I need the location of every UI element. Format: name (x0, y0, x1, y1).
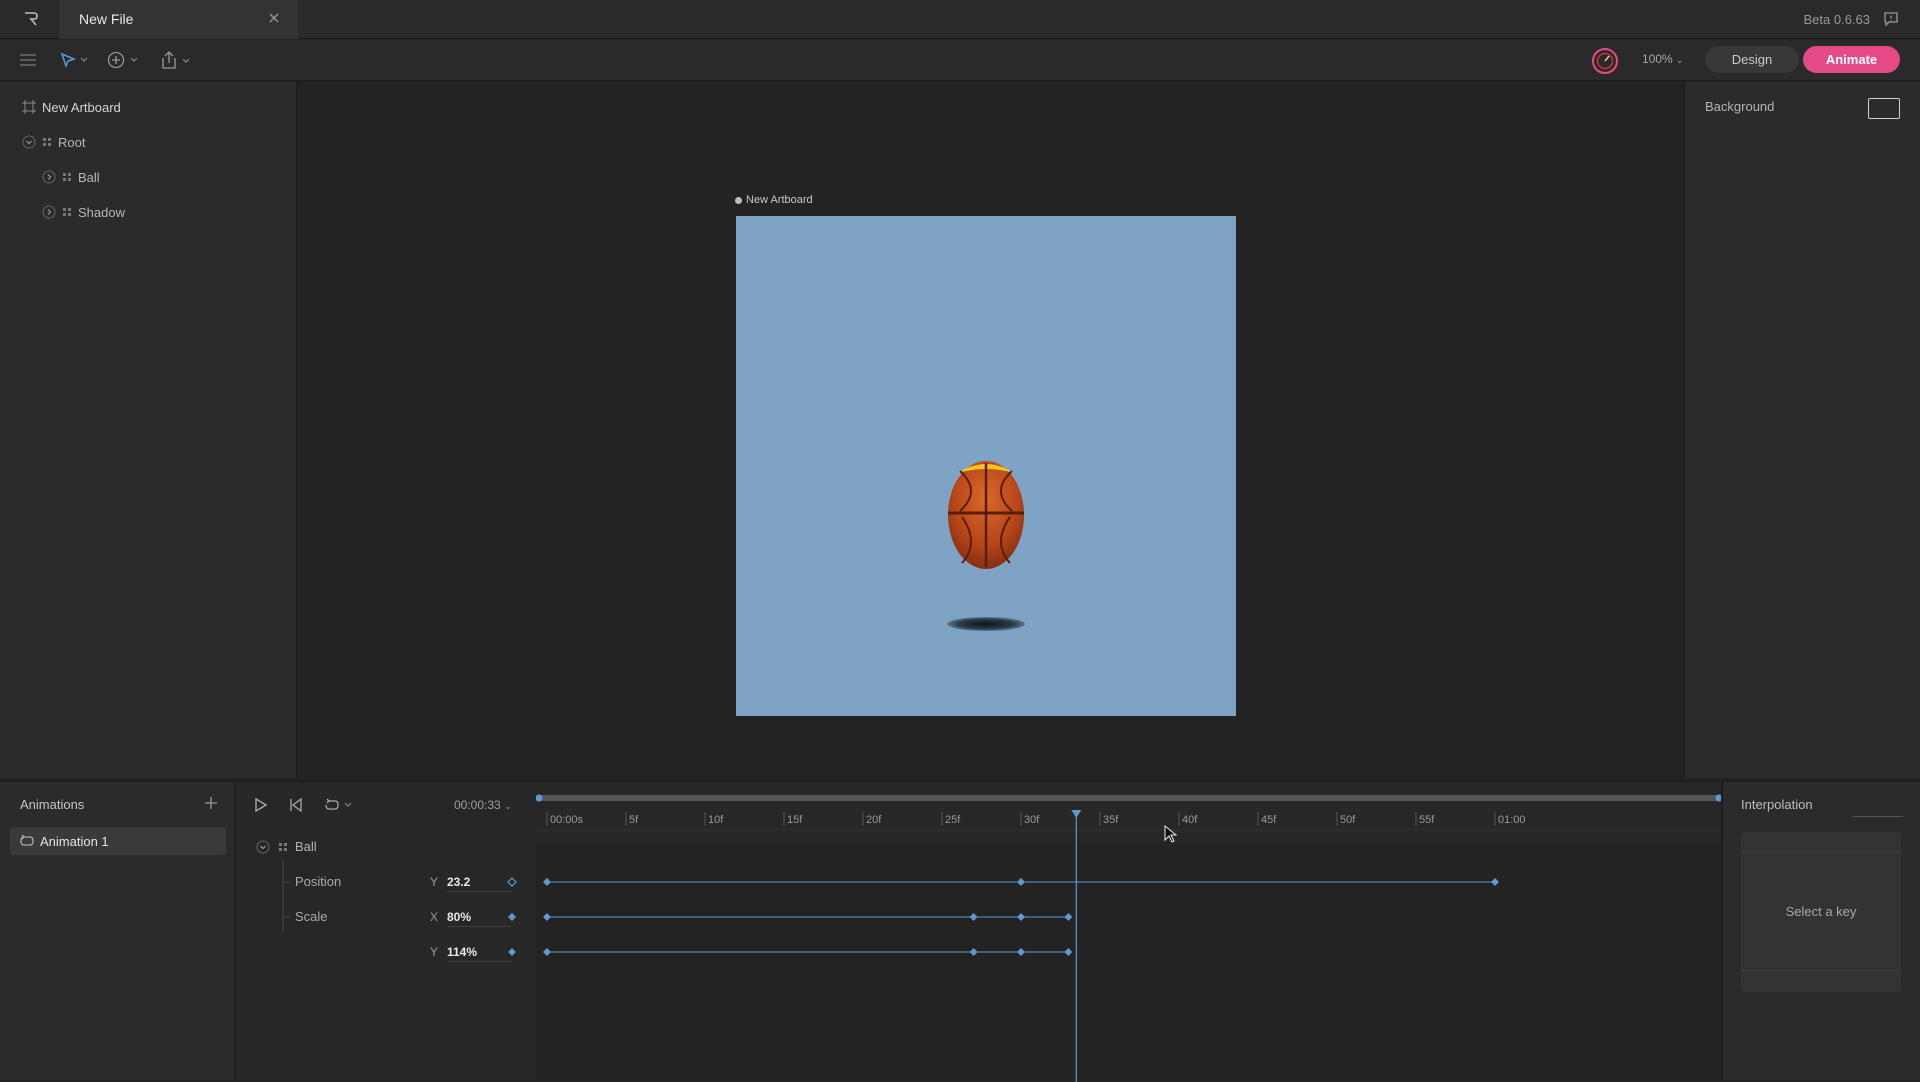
animate-mode-button[interactable]: Animate (1803, 46, 1900, 73)
title-bar: New File Beta 0.6.63 (0, 0, 1920, 39)
timeline-properties: 00:00:33 ⌄ Ball Position Y 23.2 Scale X … (236, 780, 536, 1080)
axis-label: X (430, 910, 439, 924)
ruler-tick-label: 55f (1419, 814, 1435, 826)
toolbar: 100% ⌄ Design Animate (0, 40, 1920, 81)
group-icon (63, 173, 71, 181)
export-icon[interactable] (160, 50, 194, 70)
add-animation-icon[interactable] (204, 796, 218, 810)
feedback-icon[interactable] (1883, 11, 1899, 27)
hierarchy-panel: New Artboard Root Ball Shadow (0, 82, 298, 778)
group-icon (43, 138, 51, 146)
chevron-down-icon: ⌄ (504, 801, 512, 811)
tree-item-label: New Artboard (42, 99, 121, 115)
ruler-tick-label: 40f (1182, 814, 1198, 826)
keyframe-toggle-icon[interactable] (507, 947, 517, 957)
animation-item[interactable]: Animation 1 (10, 827, 226, 855)
zoom-dropdown[interactable]: 100% ⌄ (1642, 52, 1684, 66)
tree-guide (282, 860, 290, 932)
group-icon (279, 843, 287, 851)
ball-graphic[interactable] (946, 459, 1026, 571)
property-scale-label: Scale (295, 909, 328, 924)
ruler-tick-label: 50f (1340, 814, 1356, 826)
ruler-tick-label: 10f (708, 814, 724, 826)
animations-panel: Animations Animation 1 (0, 780, 236, 1080)
background-color-swatch[interactable] (1868, 98, 1900, 119)
ruler-tick-label: 30f (1024, 814, 1040, 826)
zoom-value: 100% (1642, 52, 1673, 66)
artboard-title-label: New Artboard (746, 194, 813, 206)
loop-mode-icon[interactable] (324, 798, 354, 812)
group-icon (63, 208, 71, 216)
keyframe-toggle-icon[interactable] (507, 912, 517, 922)
performance-icon[interactable] (1591, 47, 1619, 75)
current-time-value: 00:00:33 (454, 798, 501, 812)
interpolation-title: Interpolation (1741, 797, 1813, 812)
ruler-tick-label: 35f (1103, 814, 1119, 826)
shadow-graphic[interactable] (946, 616, 1026, 632)
interpolation-panel: Interpolation Select a key (1721, 780, 1920, 1080)
divider (1741, 970, 1901, 971)
ruler-tick-label: 00:00s (550, 814, 584, 826)
interpolation-divider (1853, 816, 1903, 817)
timeline-group-label: Ball (295, 839, 317, 854)
collapse-toggle-icon[interactable] (22, 135, 36, 149)
background-label: Background (1705, 99, 1775, 114)
interpolation-hint: Select a key (1785, 904, 1857, 919)
app-logo-icon[interactable] (22, 10, 40, 28)
ruler-tick-label: 15f (787, 814, 803, 826)
rewind-icon[interactable] (289, 798, 303, 812)
animation-item-label: Animation 1 (40, 834, 109, 849)
tree-item-artboard[interactable]: New Artboard (22, 96, 121, 118)
timeline-scrollbar[interactable] (538, 795, 1721, 801)
divider (1741, 852, 1901, 853)
collapse-toggle-icon[interactable] (256, 840, 270, 854)
inspector-panel: Background (1683, 82, 1920, 778)
ruler-tick-label: 20f (866, 814, 882, 826)
file-tab[interactable]: New File (59, 0, 298, 39)
axis-label: Y (430, 945, 439, 959)
ruler-tick-label: 5f (629, 814, 639, 826)
artboard-title[interactable]: New Artboard (735, 194, 813, 206)
tree-item-shadow[interactable]: Shadow (42, 201, 125, 223)
artboard-dot-icon (735, 196, 742, 204)
timeline-panel[interactable]: 00:00s 5f 10f 15f 20f 25f 30f 35f 40f 45f 50f 55f 01… (536, 780, 1721, 1082)
tree-item-label: Root (58, 134, 86, 150)
tree-item-label: Shadow (78, 204, 125, 220)
play-icon[interactable] (254, 797, 268, 813)
animations-title: Animations (20, 797, 85, 812)
scale-x-field[interactable]: 80% (447, 907, 512, 927)
loop-icon (20, 834, 34, 846)
axis-label: Y (430, 875, 439, 889)
add-shape-icon[interactable] (107, 51, 141, 69)
artboard[interactable] (736, 216, 1236, 716)
tree-item-root[interactable]: Root (22, 131, 85, 153)
keyframe-toggle-icon[interactable] (507, 877, 517, 887)
design-mode-button[interactable]: Design (1705, 46, 1799, 73)
expand-toggle-icon[interactable] (42, 205, 56, 219)
close-icon[interactable] (268, 12, 280, 24)
artboard-icon (22, 100, 36, 114)
chevron-down-icon: ⌄ (1676, 55, 1684, 65)
timeline-canvas[interactable] (536, 782, 1721, 1082)
version-label: Beta 0.6.63 (1803, 12, 1871, 27)
property-position-label: Position (295, 874, 342, 889)
interpolation-editor[interactable]: Select a key (1741, 832, 1901, 992)
ruler-tick-label: 01:00 (1498, 814, 1526, 826)
scale-y-field[interactable]: 114% (447, 942, 512, 962)
tree-guide (48, 232, 50, 234)
menu-icon[interactable] (19, 53, 37, 67)
position-y-field[interactable]: 23.2 (447, 872, 512, 892)
ruler-tick-label: 25f (945, 814, 961, 826)
tree-item-label: Ball (78, 169, 100, 185)
ruler-tick-label: 45f (1261, 814, 1277, 826)
tree-item-ball[interactable]: Ball (42, 166, 100, 188)
current-time[interactable]: 00:00:33 ⌄ (454, 798, 512, 812)
select-tool-icon[interactable] (60, 52, 90, 68)
tab-title: New File (79, 11, 134, 27)
expand-toggle-icon[interactable] (42, 170, 56, 184)
